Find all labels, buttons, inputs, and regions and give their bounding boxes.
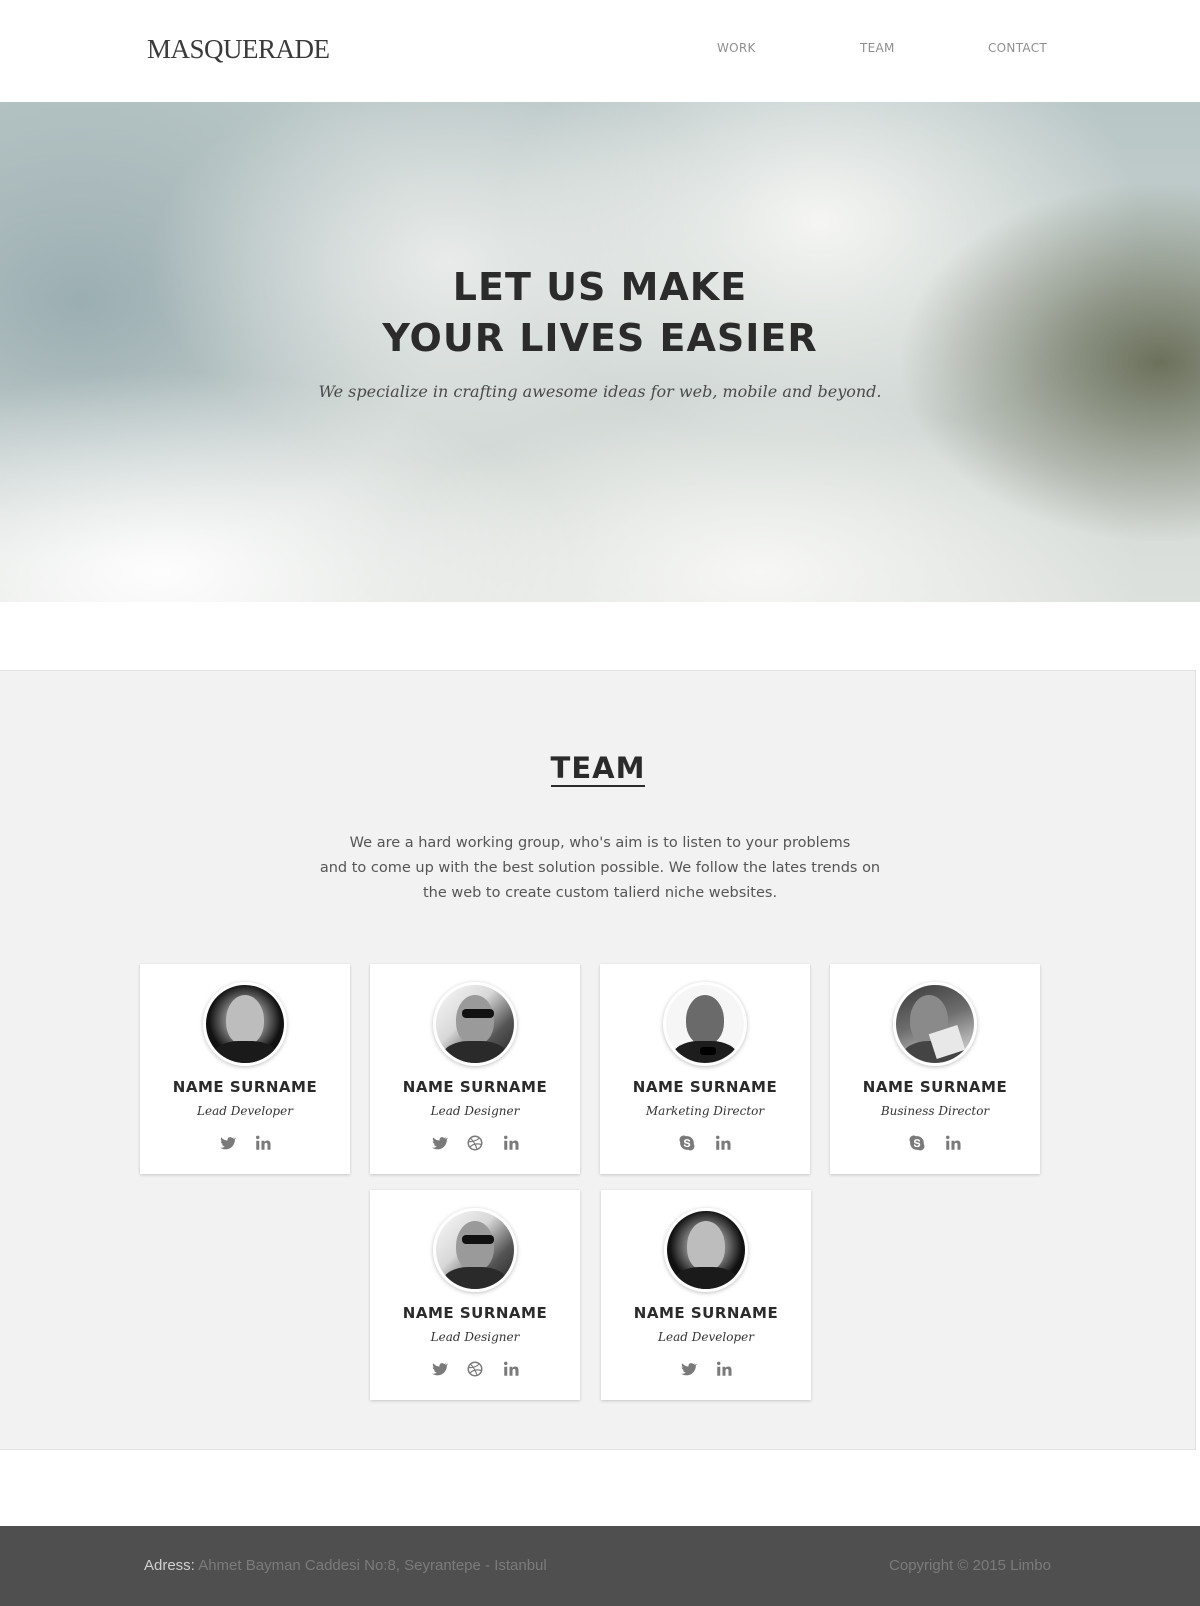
team-description-line: and to come up with the best solution po… — [319, 860, 881, 876]
team-member-card: NAME SURNAME Business Director — [830, 964, 1040, 1174]
linkedin-icon[interactable] — [944, 1134, 962, 1152]
member-name: NAME SURNAME — [632, 1078, 778, 1096]
team-heading-text: TEAM — [550, 751, 646, 787]
avatar — [893, 982, 977, 1066]
nav-link-work[interactable]: WORK — [717, 41, 756, 55]
avatar — [664, 1208, 748, 1292]
linkedin-icon[interactable] — [502, 1360, 520, 1378]
linkedin-icon[interactable] — [502, 1134, 520, 1152]
dribbble-icon[interactable] — [466, 1360, 484, 1378]
team-member-card: NAME SURNAME Marketing Director — [600, 964, 810, 1174]
avatar — [203, 982, 287, 1066]
twitter-icon[interactable] — [430, 1360, 448, 1378]
member-name: NAME SURNAME — [172, 1078, 318, 1096]
team-member-card: NAME SURNAME Lead Designer — [370, 964, 580, 1174]
skype-icon[interactable] — [678, 1134, 696, 1152]
twitter-icon[interactable] — [218, 1134, 236, 1152]
member-role: Lead Developer — [197, 1104, 293, 1118]
linkedin-icon[interactable] — [715, 1360, 733, 1378]
twitter-icon[interactable] — [430, 1134, 448, 1152]
linkedin-icon[interactable] — [254, 1134, 272, 1152]
footer-address-label: Adress: — [144, 1557, 195, 1574]
team-member-card: NAME SURNAME Lead Developer — [601, 1190, 811, 1400]
footer-address: Adress: Ahmet Bayman Caddesi No:8, Seyra… — [144, 1557, 547, 1574]
nav-link-team[interactable]: TEAM — [860, 41, 895, 55]
team-description-line: the web to create custom talierd niche w… — [422, 885, 778, 901]
member-name: NAME SURNAME — [633, 1304, 779, 1322]
site-header: MASQUERADE WORK TEAM CONTACT — [0, 0, 1200, 102]
member-role: Marketing Director — [645, 1104, 765, 1118]
member-name: NAME SURNAME — [862, 1078, 1008, 1096]
footer-address-text: Ahmet Bayman Caddesi No:8, Seyrantepe - … — [198, 1557, 547, 1574]
linkedin-icon[interactable] — [714, 1134, 732, 1152]
member-socials — [601, 1360, 811, 1378]
team-description: We are a hard working group, who's aim i… — [0, 831, 1200, 906]
team-description-line: We are a hard working group, who's aim i… — [349, 835, 851, 851]
member-socials — [140, 1134, 350, 1152]
site-footer: Adress: Ahmet Bayman Caddesi No:8, Seyra… — [0, 1526, 1200, 1606]
member-role: Lead Designer — [430, 1330, 520, 1344]
hero-subtitle: We specialize in crafting awesome ideas … — [318, 382, 882, 401]
skype-icon[interactable] — [908, 1134, 926, 1152]
avatar — [433, 1208, 517, 1292]
member-role: Lead Developer — [658, 1330, 754, 1344]
member-socials — [370, 1360, 580, 1378]
hero-title: LET US MAKE YOUR LIVES EASIER — [0, 262, 1200, 364]
avatar — [663, 982, 747, 1066]
team-member-card: NAME SURNAME Lead Designer — [370, 1190, 580, 1400]
member-name: NAME SURNAME — [402, 1078, 548, 1096]
member-socials — [830, 1134, 1040, 1152]
team-section: TEAM We are a hard working group, who's … — [0, 670, 1196, 1450]
member-socials — [370, 1134, 580, 1152]
member-name: NAME SURNAME — [402, 1304, 548, 1322]
twitter-icon[interactable] — [679, 1360, 697, 1378]
footer-copyright: Copyright © 2015 Limbo — [889, 1557, 1051, 1574]
dribbble-icon[interactable] — [466, 1134, 484, 1152]
hero-banner: LET US MAKE YOUR LIVES EASIER We special… — [0, 102, 1200, 602]
member-role: Business Director — [880, 1104, 990, 1118]
member-socials — [600, 1134, 810, 1152]
hero-title-line-1: LET US MAKE — [452, 265, 748, 309]
site-logo[interactable]: MASQUERADE — [147, 34, 330, 65]
hero-title-line-2: YOUR LIVES EASIER — [382, 316, 818, 360]
team-heading: TEAM — [0, 751, 1196, 787]
team-member-card: NAME SURNAME Lead Developer — [140, 964, 350, 1174]
member-role: Lead Designer — [430, 1104, 520, 1118]
nav-link-contact[interactable]: CONTACT — [988, 41, 1047, 55]
avatar — [433, 982, 517, 1066]
